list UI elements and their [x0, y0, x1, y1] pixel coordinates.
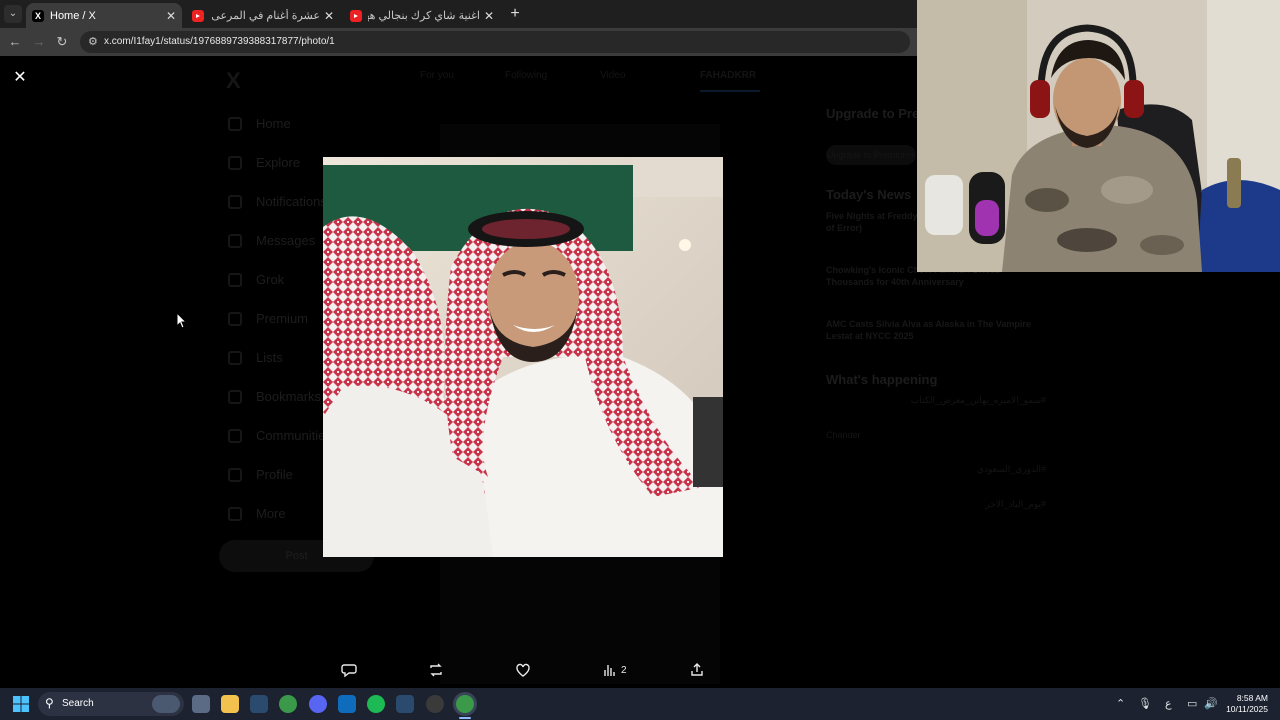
post-photo[interactable]	[323, 157, 723, 557]
tab-youtube-sheep[interactable]: عشرة أغنام في المرعى 🐑😂 (... ✕	[186, 3, 340, 28]
active-app-indicator	[459, 717, 471, 719]
happening-heading: What's happening	[826, 372, 938, 387]
windows-start-icon[interactable]	[13, 696, 29, 712]
photo-illustration	[323, 157, 723, 557]
list-icon	[228, 350, 242, 365]
search-label: Search	[62, 698, 94, 709]
tab-fahadkrr: FAHADKRR	[700, 70, 757, 81]
heart-icon[interactable]	[513, 662, 533, 682]
sidebar-item-lists: Lists	[228, 338, 332, 377]
more-icon	[228, 506, 242, 521]
sidebar-item-messages: Messages	[228, 221, 332, 260]
search-icon: ⚲	[45, 696, 54, 710]
url-text[interactable]: x.com/I1fay1/status/1976889739388317877/…	[104, 36, 335, 47]
tab-video: Video	[600, 70, 626, 81]
chrome-active-icon[interactable]	[456, 695, 474, 713]
youtube-icon	[350, 9, 362, 22]
mail-icon	[228, 233, 242, 248]
steam-icon[interactable]	[250, 695, 268, 713]
person-icon	[228, 467, 242, 482]
tab-home-x[interactable]: X Home / X ✕	[26, 3, 182, 28]
tab-for-you: For you	[420, 70, 454, 81]
chrome-icon[interactable]	[279, 695, 297, 713]
trend-item: Chander	[826, 430, 861, 440]
tab-title: Home / X	[50, 9, 96, 22]
trend-item: #الدوري_السعودي	[976, 464, 1046, 474]
post-action-bar: 2	[330, 660, 720, 684]
tab-title: اغنية شاي كرك بنجالي ههههه - YouTube	[368, 10, 480, 22]
clock-time: 8:58 AM	[1236, 693, 1268, 703]
outlook-icon[interactable]	[338, 695, 356, 713]
sidebar-nav: Home Explore Notifications Messages Grok…	[228, 104, 332, 533]
browser-toolbar: ← → ↻ ⚙ x.com/I1fay1/status/197688973938…	[0, 28, 917, 56]
steam-icon[interactable]	[396, 695, 414, 713]
file-explorer-icon[interactable]	[221, 695, 239, 713]
views-icon[interactable]	[600, 662, 620, 682]
x-logo-icon	[228, 311, 242, 326]
premium-button: Upgrade to Premium+	[826, 145, 916, 165]
spotify-icon[interactable]	[367, 695, 385, 713]
home-icon	[228, 116, 242, 131]
sidebar-item-profile: Profile	[228, 455, 332, 494]
sidebar-item-explore: Explore	[228, 143, 332, 182]
tab-following: Following	[505, 70, 548, 81]
input-language[interactable]: ع	[1165, 697, 1172, 710]
windows-taskbar: ⚲ Search ⌃ 🎙 ع ▭ 🔊 8:58 AM 10/11/2025	[0, 688, 1280, 720]
grok-icon	[228, 272, 242, 287]
x-logo-icon: X	[226, 68, 241, 93]
new-tab-button[interactable]: +	[505, 4, 525, 24]
forward-arrow-icon[interactable]: →	[30, 33, 48, 51]
repost-icon[interactable]	[426, 662, 446, 682]
trend-item: #سمو_الاميره_بهانن_معرض_الكتاب	[910, 395, 1046, 405]
webcam-overlay	[917, 0, 1280, 272]
views-count: 2	[621, 665, 627, 676]
microphone-icon[interactable]: 🎙	[1138, 697, 1152, 710]
close-viewer-button[interactable]: ✕	[12, 70, 28, 86]
site-info-icon[interactable]: ⚙	[88, 35, 98, 48]
search-icon	[228, 155, 242, 170]
browser-tab-strip: ⌄ X Home / X ✕ عشرة أغنام في المرعى 🐑😂 (…	[0, 0, 917, 28]
volume-icon[interactable]: 🔊	[1204, 697, 1218, 710]
sidebar-item-grok: Grok	[228, 260, 332, 299]
reload-icon[interactable]: ↻	[53, 33, 71, 51]
close-tab-icon[interactable]: ✕	[166, 9, 176, 23]
share-icon[interactable]	[687, 662, 707, 682]
network-icon[interactable]: ▭	[1187, 697, 1197, 710]
close-tab-icon[interactable]: ✕	[484, 9, 494, 23]
youtube-icon	[192, 9, 204, 22]
trend-item: #يوم_الباد_الاخر	[985, 499, 1046, 509]
timeline-tabs: For you Following Video FAHADKRR	[420, 66, 820, 92]
clock-date: 10/11/2025	[1226, 704, 1268, 714]
sidebar-item-communities: Communities	[228, 416, 332, 455]
tab-search-button[interactable]: ⌄	[4, 5, 22, 23]
tab-active-indicator	[700, 90, 760, 92]
sidebar-item-notifications: Notifications	[228, 182, 332, 221]
close-tab-icon[interactable]: ✕	[324, 9, 334, 23]
bookmark-icon	[228, 389, 242, 404]
address-bar[interactable]: ⚙ x.com/I1fay1/status/197688973938831787…	[80, 31, 910, 53]
x-logo-icon: X	[32, 9, 44, 22]
sidebar-item-home: Home	[228, 104, 332, 143]
obs-icon[interactable]	[426, 695, 444, 713]
discord-icon[interactable]	[309, 695, 327, 713]
sidebar-item-premium: Premium	[228, 299, 332, 338]
task-view-icon[interactable]	[192, 695, 210, 713]
webcam-feed	[917, 0, 1280, 272]
people-icon	[228, 428, 242, 443]
taskbar-search-box[interactable]: ⚲ Search	[38, 692, 184, 716]
sidebar-item-bookmarks: Bookmarks	[228, 377, 332, 416]
reply-icon[interactable]	[339, 662, 359, 682]
tab-youtube-karak[interactable]: اغنية شاي كرك بنجالي ههههه - YouTube ✕	[344, 3, 500, 28]
back-arrow-icon[interactable]: ←	[6, 33, 24, 51]
tab-title: عشرة أغنام في المرعى 🐑😂 (...	[210, 10, 320, 22]
bell-icon	[228, 194, 242, 209]
news-item: AMC Casts Silvia Alva as Alaska in The V…	[826, 319, 1031, 341]
mouse-cursor-icon	[177, 313, 187, 329]
search-highlight-icon	[152, 695, 180, 713]
chevron-up-icon[interactable]: ⌃	[1116, 697, 1125, 710]
system-clock[interactable]: 8:58 AM 10/11/2025	[1226, 693, 1268, 715]
sidebar-item-more: More	[228, 494, 332, 533]
